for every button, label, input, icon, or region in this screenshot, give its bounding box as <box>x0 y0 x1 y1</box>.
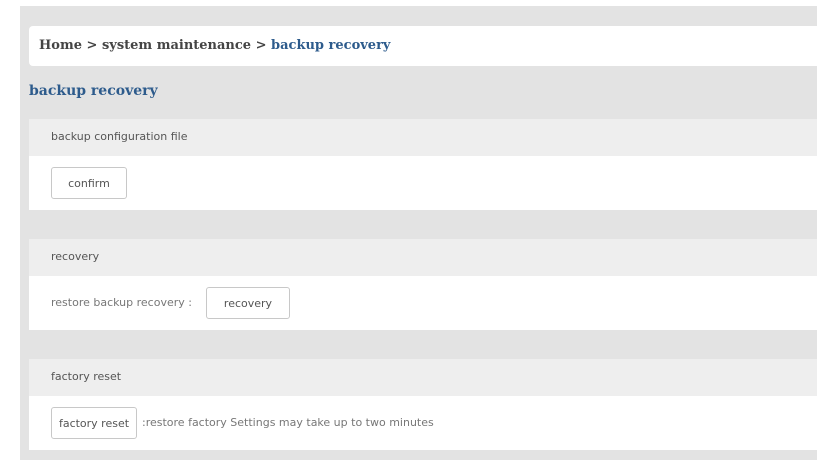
factory-reset-button[interactable]: factory reset <box>51 407 137 439</box>
confirm-button[interactable]: confirm <box>51 167 127 199</box>
factory-reset-note: :restore factory Settings may take up to… <box>142 416 434 429</box>
factory-reset-section-title: factory reset <box>51 370 122 383</box>
page-title: backup recovery <box>29 83 158 99</box>
recovery-section-title: recovery <box>51 250 100 263</box>
breadcrumb-home[interactable]: Home <box>39 38 82 53</box>
backup-section-title: backup configuration file <box>51 130 188 143</box>
breadcrumb-current: backup recovery <box>271 38 391 53</box>
app-root: Home > system maintenance > backup recov… <box>0 0 817 460</box>
factory-reset-section-header: factory reset <box>29 359 817 396</box>
recovery-button[interactable]: recovery <box>206 287 290 319</box>
breadcrumb: Home > system maintenance > backup recov… <box>29 26 817 66</box>
recovery-section-body: restore backup recovery : recovery <box>29 276 817 330</box>
recovery-section-header: recovery <box>29 239 817 276</box>
backup-section-header: backup configuration file <box>29 119 817 156</box>
breadcrumb-system-maintenance[interactable]: system maintenance <box>102 38 251 53</box>
factory-reset-section-body: factory reset :restore factory Settings … <box>29 396 817 450</box>
breadcrumb-separator: > <box>86 38 98 53</box>
breadcrumb-separator: > <box>255 38 267 53</box>
main-panel: Home > system maintenance > backup recov… <box>20 6 817 460</box>
restore-backup-label: restore backup recovery : <box>51 296 192 309</box>
backup-section-body: confirm <box>29 156 817 210</box>
